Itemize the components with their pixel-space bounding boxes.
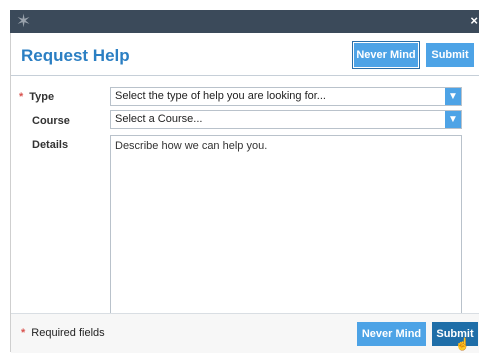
dialog-header: Request Help Never Mind Submit [11, 33, 479, 76]
never-mind-button-top[interactable]: Never Mind [354, 43, 418, 67]
type-label-text: Type [29, 91, 55, 103]
details-placeholder: Describe how we can help you. [115, 140, 268, 152]
window-titlebar: ✶ × [10, 10, 479, 33]
request-help-dialog: Request Help Never Mind Submit * Type Sel… [10, 33, 479, 353]
type-select-value: Select the type of help you are looking … [115, 90, 326, 102]
course-label: Course [32, 115, 70, 127]
type-select[interactable]: Select the type of help you are looking … [110, 87, 462, 106]
required-marker: * [21, 327, 26, 339]
close-icon[interactable]: × [470, 12, 478, 30]
chevron-down-icon[interactable]: ▼ [445, 88, 461, 105]
required-fields-text: Required fields [31, 327, 105, 339]
dialog-title: Request Help [21, 46, 130, 65]
required-marker: * [19, 91, 24, 103]
pointer-cursor-icon: ☝ [455, 337, 470, 351]
never-mind-button-bottom[interactable]: Never Mind [357, 322, 426, 346]
course-select[interactable]: Select a Course... ▼ [110, 110, 462, 129]
details-textarea[interactable]: Describe how we can help you. [110, 135, 462, 315]
course-select-value: Select a Course... [115, 113, 203, 125]
chevron-down-icon[interactable]: ▼ [445, 111, 461, 128]
dialog-footer: * Required fields Never Mind Submit [11, 313, 479, 353]
required-fields-note: * Required fields [21, 327, 105, 339]
submit-button-top[interactable]: Submit [426, 43, 474, 67]
details-label: Details [32, 139, 69, 151]
type-label: * Type [19, 91, 54, 103]
star-logo-icon: ✶ [16, 11, 32, 31]
